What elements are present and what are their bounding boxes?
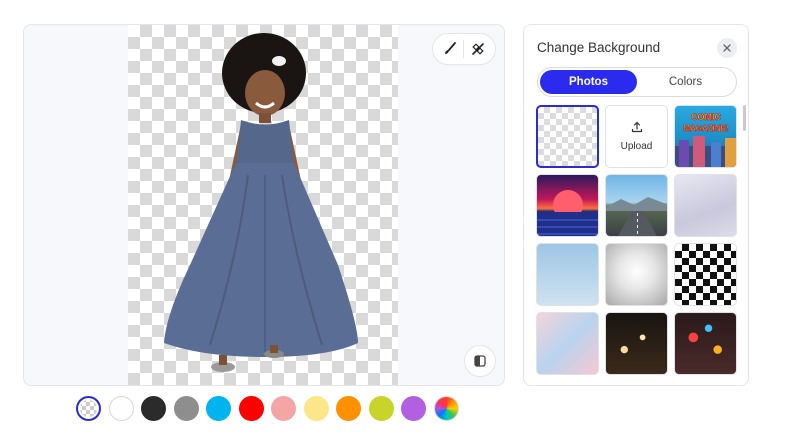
tile-checker-warp[interactable] [674,243,737,306]
tile-upload-background[interactable]: Upload [605,105,668,168]
swatch-light-yellow[interactable] [303,396,329,421]
swatch-transparent[interactable] [76,396,101,421]
swatch-gray[interactable] [173,396,199,421]
erase-restore-button[interactable] [466,37,490,61]
tile-rainy-lights[interactable] [674,312,737,375]
tile-soft-sky[interactable] [536,243,599,306]
comic-text-line-1: COMIC [691,112,721,122]
comic-text-line-2: MAGAZINE! [683,124,728,133]
swatch-purple[interactable] [401,396,426,421]
upload-icon [631,121,642,133]
cutout-subject-image [164,33,358,372]
tile-studio-backdrop[interactable] [674,174,737,237]
retro-sunset-thumbnail [537,190,598,236]
color-swatch-row [76,396,459,421]
swatch-white[interactable] [108,396,134,421]
swatch-red[interactable] [238,396,264,421]
tool-divider [463,40,465,58]
close-icon [723,44,731,52]
compare-icon [474,355,486,367]
close-panel-button[interactable] [717,38,737,58]
tab-photos[interactable]: Photos [540,70,637,94]
mountain-road-thumbnail [606,197,667,236]
magic-eraser-icon [472,43,484,55]
tab-colors[interactable]: Colors [637,70,734,94]
tile-heart-bokeh[interactable] [605,312,668,375]
grid-scrollbar[interactable] [743,105,746,131]
brush-tool-button[interactable] [438,37,462,61]
upload-label: Upload [620,141,653,152]
swatch-custom-color[interactable] [433,396,459,421]
edit-tools-group [432,33,496,65]
tile-radial-gray[interactable] [605,243,668,306]
swatch-sky-blue[interactable] [206,396,231,421]
swatch-pink[interactable] [271,396,296,421]
swatch-lime[interactable] [368,396,394,421]
change-background-panel: Change Background Photos Colors Upload C [523,24,749,386]
brush-icon [444,42,456,54]
compare-toggle-button[interactable] [464,345,496,377]
tile-retro-sunset[interactable] [536,174,599,237]
tile-mountain-road[interactable] [605,174,668,237]
tile-transparent-background[interactable] [536,105,599,168]
image-canvas[interactable] [23,24,505,386]
background-photo-grid: Upload COMIC MAGAZINE! [536,105,738,375]
panel-title: Change Background [537,40,661,55]
swatch-black[interactable] [141,396,166,421]
tile-comic-magazine[interactable]: COMIC MAGAZINE! [674,105,737,168]
tile-pastel-clouds[interactable] [536,312,599,375]
comic-magazine-thumbnail: COMIC MAGAZINE! [675,112,736,167]
background-type-tabs: Photos Colors [537,67,737,97]
swatch-orange[interactable] [336,396,361,421]
